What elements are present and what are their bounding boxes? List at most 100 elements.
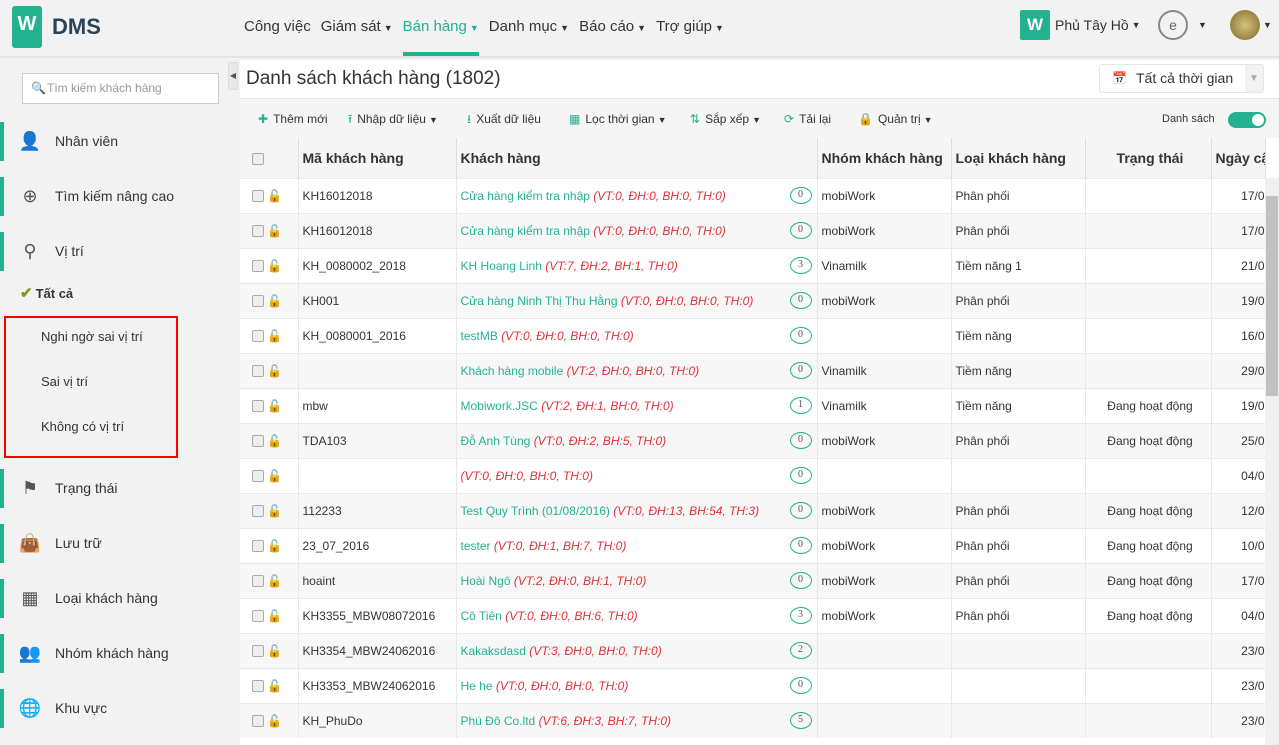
unlock-icon[interactable]: 🔓 [267, 364, 282, 378]
table-row[interactable]: 🔓 TDA103 Đỗ Anh Tùng (VT:0, ĐH:2, BH:5, TH… [240, 422, 1266, 458]
table-row[interactable]: 🔓 mbw Mobiwork.JSC (VT:2, ĐH:1, BH:0, TH:0… [240, 387, 1266, 423]
row-checkbox[interactable] [252, 644, 264, 657]
sidebar-item[interactable]: 🌐 Khu vực [0, 689, 240, 728]
unlock-icon[interactable]: 🔓 [267, 189, 282, 203]
column-header[interactable]: Ngày cậ [1211, 138, 1266, 178]
partner-menu[interactable]: e ▼ [1158, 10, 1207, 40]
comment-count-bubble[interactable]: 0 [789, 466, 812, 484]
sort-button[interactable]: ⇅ Sắp xếp ▼ [690, 99, 761, 140]
row-checkbox[interactable] [252, 294, 264, 307]
table-row[interactable]: 🔓 KH_PhuDo Phú Đô Co.ltd (VT:6, ĐH:3, BH:7… [240, 702, 1266, 738]
time-filter-select[interactable]: 📅 Tất cả thời gian ▼ [1099, 64, 1264, 93]
comment-count-bubble[interactable]: 3 [789, 256, 812, 274]
column-header[interactable]: Mã khách hàng [298, 138, 457, 178]
sidebar-item[interactable]: ⚲ Vị trí [0, 232, 240, 271]
sidebar-item[interactable]: 👜 Lưu trữ [0, 524, 240, 563]
comment-count-bubble[interactable]: 0 [789, 221, 812, 239]
row-checkbox[interactable] [252, 399, 264, 412]
row-checkbox[interactable] [252, 189, 264, 202]
row-checkbox[interactable] [252, 329, 264, 342]
table-row[interactable]: 🔓 KH16012018 Cửa hàng kiểm tra nhập (VT:0,… [240, 177, 1266, 213]
table-row[interactable]: 🔓 23_07_2016 tester (VT:0, ĐH:1, BH:7, TH:… [240, 527, 1266, 563]
column-header[interactable]: Nhóm khách hàng [817, 138, 952, 178]
customer-name-link[interactable]: Mobiwork.JSC [461, 399, 538, 413]
customer-name-link[interactable]: testMB [461, 329, 498, 343]
add-button[interactable]: ✚ Thêm mới [258, 99, 328, 139]
location-filter-option[interactable]: Không có vị trí [41, 419, 124, 434]
customer-name-link[interactable]: Cô Tiên [461, 609, 502, 623]
user-menu[interactable]: ▼ [1230, 10, 1272, 40]
table-row[interactable]: 🔓 KH3354_MBW24062016 Kakaksdasd (VT:3, ĐH:… [240, 632, 1266, 668]
table-row[interactable]: 🔓 Khách hàng mobile (VT:2, ĐH:0, BH:0, TH… [240, 352, 1266, 388]
time-filter-button[interactable]: ▦ Lọc thời gian ▼ [569, 99, 667, 140]
unlock-icon[interactable]: 🔓 [267, 224, 282, 238]
nav-item[interactable]: Báo cáo ▼ [575, 0, 650, 56]
sidebar-item[interactable]: 👥 Nhóm khách hàng [0, 634, 240, 673]
app-logo[interactable]: W [12, 6, 42, 48]
table-row[interactable]: 🔓 KH16012018 Cửa hàng kiểm tra nhập (VT:0,… [240, 212, 1266, 248]
column-header[interactable]: Loại khách hàng [951, 138, 1086, 178]
nav-item[interactable]: Danh mục ▼ [485, 0, 573, 56]
unlock-icon[interactable]: 🔓 [267, 469, 282, 483]
comment-count-bubble[interactable]: 5 [789, 711, 812, 729]
customer-name-link[interactable]: tester [461, 539, 491, 553]
row-checkbox[interactable] [252, 539, 264, 552]
company-menu[interactable]: W Phủ Tây Hồ ▼ [1020, 10, 1141, 40]
row-checkbox[interactable] [252, 504, 264, 517]
customer-name-link[interactable]: Cửa hàng kiểm tra nhập [461, 189, 590, 203]
customer-name-link[interactable]: Test Quy Trình (01/08/2016) [461, 504, 610, 518]
table-row[interactable]: 🔓 KH3353_MBW24062016 He he (VT:0, ĐH:0, BH… [240, 667, 1266, 703]
comment-count-bubble[interactable]: 0 [789, 326, 812, 344]
sidebar-item[interactable]: 👤 Nhân viên [0, 122, 240, 161]
comment-count-bubble[interactable]: 0 [789, 361, 812, 379]
sidebar-item[interactable]: ⚑ Trạng thái [0, 469, 240, 508]
comment-count-bubble[interactable]: 0 [789, 536, 812, 554]
sidebar-item[interactable]: ▦ Loại khách hàng [0, 579, 240, 618]
table-row[interactable]: 🔓 112233 Test Quy Trình (01/08/2016) (VT:0… [240, 492, 1266, 528]
table-row[interactable]: 🔓 (VT:0, ĐH:0, BH:0, TH:0) 0 04/0 [240, 457, 1266, 493]
select-all-checkbox[interactable] [252, 153, 264, 166]
customer-name-link[interactable]: KH Hoang Linh [461, 259, 542, 273]
customer-name-link[interactable]: He he [461, 679, 493, 693]
unlock-icon[interactable]: 🔓 [267, 504, 282, 518]
row-checkbox[interactable] [252, 469, 264, 482]
unlock-icon[interactable]: 🔓 [267, 644, 282, 658]
admin-button[interactable]: 🔒 Quản trị ▼ [858, 99, 933, 140]
unlock-icon[interactable]: 🔓 [267, 609, 282, 623]
row-checkbox[interactable] [252, 224, 264, 237]
comment-count-bubble[interactable]: 3 [789, 606, 812, 624]
column-header[interactable]: Trạng thái [1085, 138, 1212, 178]
row-checkbox[interactable] [252, 364, 264, 377]
table-scrollbar[interactable] [1265, 178, 1279, 745]
unlock-icon[interactable]: 🔓 [267, 329, 282, 343]
comment-count-bubble[interactable]: 0 [789, 186, 812, 204]
customer-name-link[interactable]: Kakaksdasd [461, 644, 526, 658]
location-filter-option[interactable]: Sai vị trí [41, 374, 88, 389]
row-checkbox[interactable] [252, 259, 264, 272]
column-header[interactable]: Khách hàng [456, 138, 818, 178]
comment-count-bubble[interactable]: 0 [789, 291, 812, 309]
comment-count-bubble[interactable]: 0 [789, 571, 812, 589]
nav-item[interactable]: Bán hàng ▼ [399, 0, 483, 56]
customer-name-link[interactable]: Cửa hàng kiểm tra nhập [461, 224, 590, 238]
reload-button[interactable]: ⟳ Tải lại [784, 99, 831, 139]
unlock-icon[interactable]: 🔓 [267, 399, 282, 413]
scrollbar-thumb[interactable] [1266, 196, 1278, 396]
unlock-icon[interactable]: 🔓 [267, 294, 282, 308]
customer-name-link[interactable]: Phú Đô Co.ltd [461, 714, 536, 728]
location-filter-all[interactable]: ✔ Tất cả [20, 284, 73, 302]
customer-search-input[interactable]: 🔍 Tìm kiếm khách hàng [22, 73, 219, 104]
row-checkbox[interactable] [252, 434, 264, 447]
table-row[interactable]: 🔓 hoaint Hoài Ngô (VT:2, ĐH:0, BH:1, TH:0)… [240, 562, 1266, 598]
nav-item[interactable]: Giám sát ▼ [317, 0, 397, 56]
customer-name-link[interactable]: Hoài Ngô [461, 574, 511, 588]
export-button[interactable]: ⭳ Xuất dữ liệu [467, 99, 541, 139]
comment-count-bubble[interactable]: 0 [789, 676, 812, 694]
list-toggle[interactable] [1228, 112, 1266, 128]
unlock-icon[interactable]: 🔓 [267, 714, 282, 728]
customer-name-link[interactable]: Cửa hàng Ninh Thị Thu Hằng [461, 294, 618, 308]
table-row[interactable]: 🔓 KH_0080002_2018 KH Hoang Linh (VT:7, ĐH:… [240, 247, 1266, 283]
table-row[interactable]: 🔓 KH001 Cửa hàng Ninh Thị Thu Hằng (VT:0, … [240, 282, 1266, 318]
location-filter-option[interactable]: Nghi ngờ sai vị trí [41, 329, 143, 344]
unlock-icon[interactable]: 🔓 [267, 259, 282, 273]
